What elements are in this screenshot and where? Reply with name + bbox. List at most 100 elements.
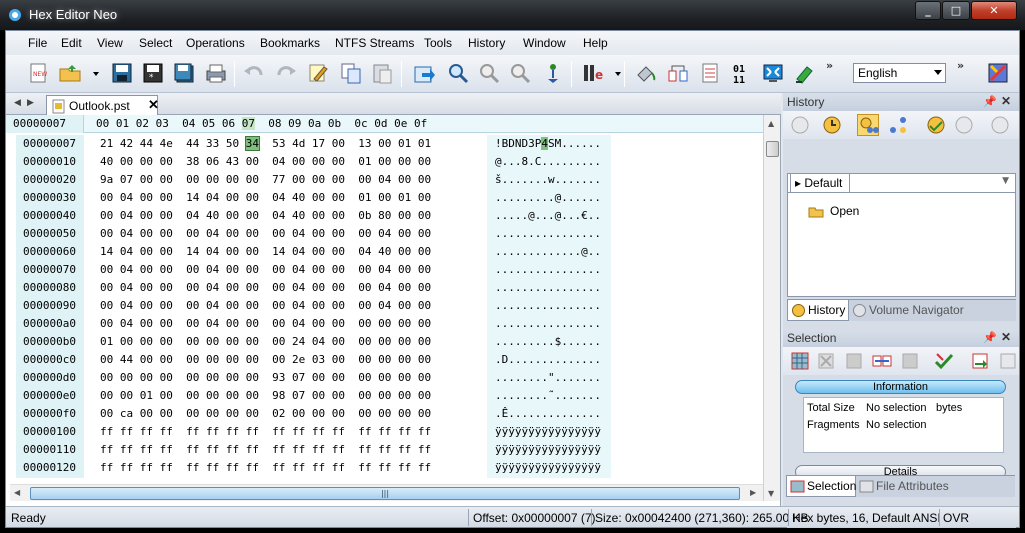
close-tab-icon[interactable]: ✕ [148,97,159,113]
row-hex-bytes[interactable]: 00 04 00 00 00 04 00 00 00 04 00 00 00 0… [100,299,431,312]
history-revert-icon[interactable] [953,114,975,136]
menu-ntfs-streams[interactable]: NTFS Streams [335,36,414,50]
hex-row[interactable]: 00000007 21 42 44 4e 44 33 50 34 53 4d 17… [6,135,763,153]
undo-icon[interactable] [242,61,266,85]
replace-icon[interactable] [541,61,565,85]
history-apply-icon[interactable] [925,114,947,136]
hex-row[interactable]: 000000d0 00 00 00 00 00 00 00 00 93 07 00… [6,369,763,387]
language-select[interactable]: English [853,63,946,83]
new-file-icon[interactable]: NEW [26,61,50,85]
row-hex-bytes[interactable]: 00 04 00 00 04 40 00 00 04 40 00 00 0b 8… [100,209,431,222]
row-hex-bytes[interactable]: 00 00 00 00 00 00 00 00 93 07 00 00 00 0… [100,371,431,384]
scroll-right-icon[interactable]: ▶ [750,488,756,497]
row-hex-bytes[interactable]: 00 04 00 00 00 04 00 00 00 04 00 00 00 0… [100,263,431,276]
hex-row[interactable]: 00000110 ff ff ff ff ff ff ff ff ff ff ff… [6,441,763,459]
tab-scroll-right-icon[interactable]: ▶ [27,98,34,108]
history-branch-icon[interactable] [887,114,909,136]
menu-tools[interactable]: Tools [424,36,452,50]
hex-row[interactable]: 000000a0 00 04 00 00 00 04 00 00 00 04 00… [6,315,763,333]
tab-volume-navigator[interactable]: Volume Navigator [849,300,999,321]
row-ascii[interactable]: ................ [495,281,601,294]
tab-selection[interactable]: Selection [786,476,856,497]
row-hex-bytes[interactable]: 00 ca 00 00 00 00 00 00 02 00 00 00 00 0… [100,407,431,420]
open-dropdown-icon[interactable] [84,61,99,85]
row-hex-bytes[interactable]: 21 42 44 4e 44 33 50 34 53 4d 17 00 13 0… [100,136,431,151]
encoding-icon[interactable]: e [581,61,605,85]
row-hex-bytes[interactable]: 00 44 00 00 00 00 00 00 00 2e 03 00 00 0… [100,353,431,366]
hex-row[interactable]: 00000040 00 04 00 00 04 40 00 00 04 40 00… [6,207,763,225]
row-ascii[interactable]: ........"....... [495,371,601,384]
toolbar-overflow-icon[interactable]: » [957,59,964,72]
find-previous-icon[interactable] [508,61,532,85]
cursor-byte[interactable]: 34 [244,136,260,151]
history-back-icon[interactable] [789,114,811,136]
chevron-down-icon[interactable]: ▼ [1002,176,1009,186]
tab-scroll-left-icon[interactable]: ◀ [14,98,21,108]
pin-icon[interactable]: 📌 [983,95,997,108]
redo-icon[interactable] [274,61,298,85]
edit-pencil-icon[interactable] [306,61,330,85]
history-clock-icon[interactable] [821,114,843,136]
hex-row[interactable]: 00000030 00 04 00 00 14 04 00 00 04 40 00… [6,189,763,207]
row-ascii[interactable]: ................ [495,299,601,312]
hex-row[interactable]: 00000050 00 04 00 00 00 04 00 00 00 04 00… [6,225,763,243]
select-pattern-icon[interactable] [843,350,865,372]
close-button[interactable]: ✕ [971,1,1017,20]
row-hex-bytes[interactable]: ff ff ff ff ff ff ff ff ff ff ff ff ff f… [100,443,431,456]
row-ascii[interactable]: .....@...@...€.. [495,209,601,222]
horizontal-scrollbar[interactable]: ◀ ||| ▶ [10,484,763,501]
scroll-thumb[interactable]: ||| [30,487,740,500]
menu-operations[interactable]: Operations [186,36,245,50]
scroll-down-icon[interactable]: ▼ [768,489,774,498]
fill-icon[interactable] [634,61,658,85]
print-icon[interactable] [204,61,228,85]
select-grid-icon[interactable] [789,350,811,372]
row-hex-bytes[interactable]: 00 04 00 00 00 04 00 00 00 04 00 00 00 0… [100,281,431,294]
row-hex-bytes[interactable]: 00 00 01 00 00 00 00 00 98 07 00 00 00 0… [100,389,431,402]
row-hex-bytes[interactable]: 01 00 00 00 00 00 00 00 00 24 04 00 00 0… [100,335,431,348]
toolbar-overflow-icon[interactable]: » [826,59,833,72]
save-all-icon[interactable] [172,61,196,85]
information-button[interactable]: Information [795,380,1006,394]
menu-select[interactable]: Select [139,36,172,50]
row-hex-bytes[interactable]: 9a 07 00 00 00 00 00 00 77 00 00 00 00 0… [100,173,431,186]
menu-file[interactable]: File [28,36,47,50]
tab-file-attributes[interactable]: File Attributes [856,476,976,497]
menu-view[interactable]: View [97,36,123,50]
save-icon[interactable] [110,61,134,85]
row-ascii[interactable]: ........˜....... [495,389,601,402]
menu-bookmarks[interactable]: Bookmarks [260,36,320,50]
row-ascii[interactable]: ................ [495,227,601,240]
select-split-icon[interactable] [871,350,893,372]
select-import-icon[interactable] [997,350,1019,372]
goto-offset-icon[interactable] [412,61,436,85]
menu-window[interactable]: Window [523,36,566,50]
highlight-icon[interactable] [793,61,817,85]
find-next-icon[interactable] [477,61,501,85]
row-ascii[interactable]: ................ [495,263,601,276]
tab-default[interactable]: ▸ Default [790,173,850,193]
row-ascii[interactable]: @...8.C......... [495,155,601,168]
select-merge-icon[interactable] [899,350,921,372]
scroll-thumb[interactable] [766,141,779,157]
row-ascii[interactable]: ÿÿÿÿÿÿÿÿÿÿÿÿÿÿÿÿ [495,425,601,438]
row-hex-bytes[interactable]: 00 04 00 00 14 04 00 00 04 40 00 00 01 0… [100,191,431,204]
binary-view-icon[interactable]: 01 11 [730,61,754,86]
select-delete-icon[interactable] [815,350,837,372]
tab-history[interactable]: History [787,300,849,321]
hex-row[interactable]: 00000080 00 04 00 00 00 04 00 00 00 04 00… [6,279,763,297]
select-export-icon[interactable] [969,350,991,372]
scroll-up-icon[interactable]: ▲ [768,119,774,128]
close-panel-icon[interactable]: ✕ [1001,94,1011,108]
hex-row[interactable]: 00000060 14 04 00 00 14 04 00 00 14 04 00… [6,243,763,261]
cursor-char[interactable]: 4 [541,137,548,150]
history-group-icon[interactable] [857,114,879,136]
row-hex-bytes[interactable]: 40 00 00 00 38 06 43 00 04 00 00 00 01 0… [100,155,431,168]
row-ascii[interactable]: š.......w....... [495,173,601,186]
hex-row[interactable]: 000000c0 00 44 00 00 00 00 00 00 00 2e 03… [6,351,763,369]
row-ascii[interactable]: .D.............. [495,353,601,366]
structure-viewer-icon[interactable] [698,61,722,85]
row-hex-bytes[interactable]: 14 04 00 00 14 04 00 00 14 04 00 00 04 4… [100,245,431,258]
hex-row[interactable]: 000000e0 00 00 01 00 00 00 00 00 98 07 00… [6,387,763,405]
hex-row[interactable]: 00000020 9a 07 00 00 00 00 00 00 77 00 00… [6,171,763,189]
